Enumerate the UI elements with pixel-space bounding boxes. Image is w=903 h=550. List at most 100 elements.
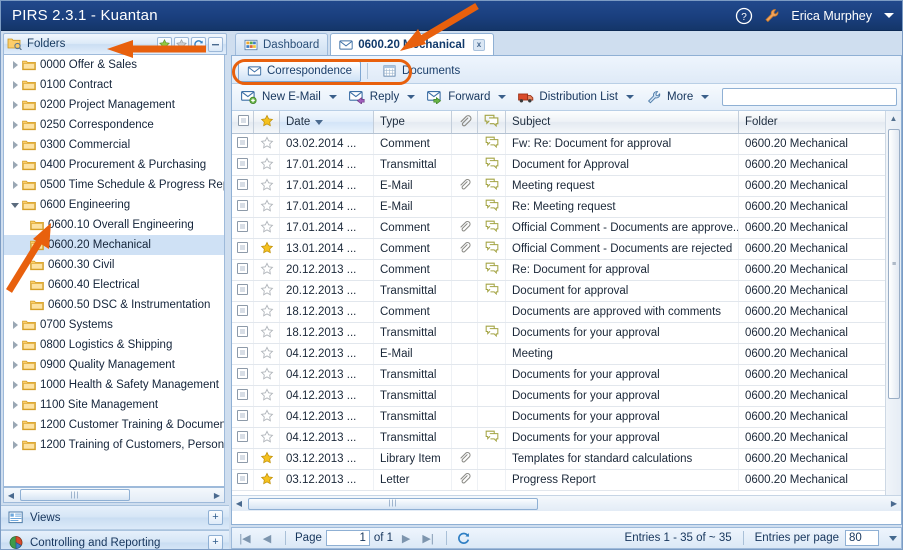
- row-star-cell[interactable]: [254, 259, 280, 280]
- scroll-right-arrow-icon[interactable]: ▶: [210, 491, 224, 500]
- tab-dashboard[interactable]: Dashboard: [235, 33, 328, 55]
- chevron-right-icon[interactable]: [8, 381, 22, 389]
- tree-item[interactable]: 0700 Systems: [4, 315, 224, 335]
- chevron-down-icon[interactable]: [884, 13, 894, 18]
- row-checkbox-cell[interactable]: [232, 406, 254, 427]
- chevron-right-icon[interactable]: [8, 321, 22, 329]
- column-header-type[interactable]: Type: [374, 111, 452, 133]
- select-all-checkbox[interactable]: [238, 115, 249, 126]
- row-checkbox[interactable]: [237, 200, 248, 211]
- scroll-left-arrow-icon[interactable]: ◀: [4, 491, 18, 500]
- chevron-down-icon[interactable]: [498, 95, 506, 99]
- tree-item[interactable]: 0250 Correspondence: [4, 115, 224, 135]
- folder-tree[interactable]: 0000 Offer & Sales0100 Contract0200 Proj…: [3, 55, 225, 487]
- expand-button[interactable]: +: [208, 510, 223, 525]
- grid-vertical-scrollbar[interactable]: ▲ ≡: [885, 111, 901, 495]
- row-star-cell[interactable]: [254, 385, 280, 406]
- row-checkbox[interactable]: [237, 410, 248, 421]
- row-checkbox[interactable]: [237, 347, 248, 358]
- row-star-cell[interactable]: [254, 175, 280, 196]
- row-checkbox[interactable]: [237, 242, 248, 253]
- column-header-star[interactable]: [254, 111, 280, 133]
- scroll-left-arrow-icon[interactable]: ◀: [232, 499, 246, 508]
- expand-button[interactable]: +: [208, 535, 223, 550]
- tree-item[interactable]: 0300 Commercial: [4, 135, 224, 155]
- star-empty-icon[interactable]: [260, 220, 274, 233]
- tree-item[interactable]: 0800 Logistics & Shipping: [4, 335, 224, 355]
- row-checkbox-cell[interactable]: [232, 196, 254, 217]
- row-star-cell[interactable]: [254, 217, 280, 238]
- row-checkbox-cell[interactable]: [232, 469, 254, 490]
- column-header-subject[interactable]: Subject: [506, 111, 739, 133]
- row-checkbox[interactable]: [237, 368, 248, 379]
- row-checkbox-cell[interactable]: [232, 217, 254, 238]
- row-checkbox[interactable]: [237, 221, 248, 232]
- row-star-cell[interactable]: [254, 364, 280, 385]
- row-star-cell[interactable]: [254, 448, 280, 469]
- chevron-down-icon[interactable]: [701, 95, 709, 99]
- chevron-right-icon[interactable]: [8, 441, 22, 449]
- row-checkbox-cell[interactable]: [232, 385, 254, 406]
- table-row[interactable]: 03.12.2013 ...LetterProgress Report0600.…: [232, 469, 887, 490]
- chevron-right-icon[interactable]: [8, 421, 22, 429]
- row-star-cell[interactable]: [254, 154, 280, 175]
- table-row[interactable]: 17.01.2014 ...E-MailMeeting request0600.…: [232, 175, 887, 196]
- star-empty-icon[interactable]: [260, 409, 274, 422]
- last-page-button[interactable]: ▶|: [419, 532, 437, 545]
- star-empty-icon[interactable]: [260, 325, 274, 338]
- row-checkbox[interactable]: [237, 137, 248, 148]
- folder-tree-horizontal-scrollbar[interactable]: ◀ ||| ▶: [3, 487, 225, 503]
- table-row[interactable]: 17.01.2014 ...E-MailRe: Meeting request0…: [232, 196, 887, 217]
- row-checkbox-cell[interactable]: [232, 427, 254, 448]
- tab-0600-20-mechanical[interactable]: 0600.20 Mechanicalx: [330, 33, 494, 55]
- star-green-icon[interactable]: [157, 37, 172, 52]
- search-input[interactable]: [722, 88, 897, 106]
- tree-item[interactable]: 1100 Site Management: [4, 395, 224, 415]
- scrollbar-thumb[interactable]: ≡: [888, 129, 900, 399]
- row-checkbox-cell[interactable]: [232, 322, 254, 343]
- tree-item[interactable]: 0600.30 Civil: [4, 255, 224, 275]
- table-row[interactable]: 04.12.2013 ...TransmittalDocuments for y…: [232, 406, 887, 427]
- grid-horizontal-scrollbar[interactable]: ◀ ||| ▶: [232, 495, 901, 511]
- toolbar-forward-button[interactable]: Forward: [422, 88, 495, 106]
- row-checkbox-cell[interactable]: [232, 154, 254, 175]
- row-star-cell[interactable]: [254, 406, 280, 427]
- star-icon[interactable]: [260, 241, 274, 254]
- scroll-right-arrow-icon[interactable]: ▶: [887, 499, 901, 508]
- tree-item[interactable]: 0600.50 DSC & Instrumentation: [4, 295, 224, 315]
- scroll-up-arrow-icon[interactable]: ▲: [886, 111, 901, 127]
- star-empty-icon[interactable]: [260, 304, 274, 317]
- row-checkbox-cell[interactable]: [232, 343, 254, 364]
- tree-item[interactable]: 0600.10 Overall Engineering: [4, 215, 224, 235]
- star-empty-icon[interactable]: [260, 388, 274, 401]
- next-page-button[interactable]: ▶: [397, 532, 415, 545]
- row-checkbox-cell[interactable]: [232, 259, 254, 280]
- chevron-right-icon[interactable]: [8, 341, 22, 349]
- chevron-right-icon[interactable]: [8, 401, 22, 409]
- table-row[interactable]: 04.12.2013 ...TransmittalDocuments for y…: [232, 385, 887, 406]
- table-row[interactable]: 17.01.2014 ...TransmittalDocument for Ap…: [232, 154, 887, 175]
- refresh-icon[interactable]: [191, 37, 206, 52]
- star-empty-icon[interactable]: [260, 283, 274, 296]
- chevron-right-icon[interactable]: [8, 81, 22, 89]
- column-header-check[interactable]: [232, 111, 254, 133]
- chevron-right-icon[interactable]: [8, 161, 22, 169]
- star-empty-icon[interactable]: [260, 136, 274, 149]
- row-checkbox-cell[interactable]: [232, 133, 254, 154]
- tree-item[interactable]: 0400 Procurement & Purchasing: [4, 155, 224, 175]
- tree-item[interactable]: 0500 Time Schedule & Progress Repor: [4, 175, 224, 195]
- row-checkbox[interactable]: [237, 179, 248, 190]
- toolbar-reply-button[interactable]: Reply: [344, 88, 404, 106]
- tree-item[interactable]: 0100 Contract: [4, 75, 224, 95]
- row-checkbox-cell[interactable]: [232, 175, 254, 196]
- entries-per-page-input[interactable]: 80: [845, 530, 879, 546]
- refresh-icon[interactable]: [456, 531, 471, 545]
- row-star-cell[interactable]: [254, 280, 280, 301]
- chevron-right-icon[interactable]: [8, 181, 22, 189]
- row-checkbox[interactable]: [237, 263, 248, 274]
- column-header-folder[interactable]: Folder: [739, 111, 887, 133]
- chevron-down-icon[interactable]: [8, 203, 22, 208]
- table-row[interactable]: 04.12.2013 ...TransmittalDocuments for y…: [232, 427, 887, 448]
- chevron-down-icon[interactable]: [626, 95, 634, 99]
- chevron-down-icon[interactable]: [889, 536, 897, 541]
